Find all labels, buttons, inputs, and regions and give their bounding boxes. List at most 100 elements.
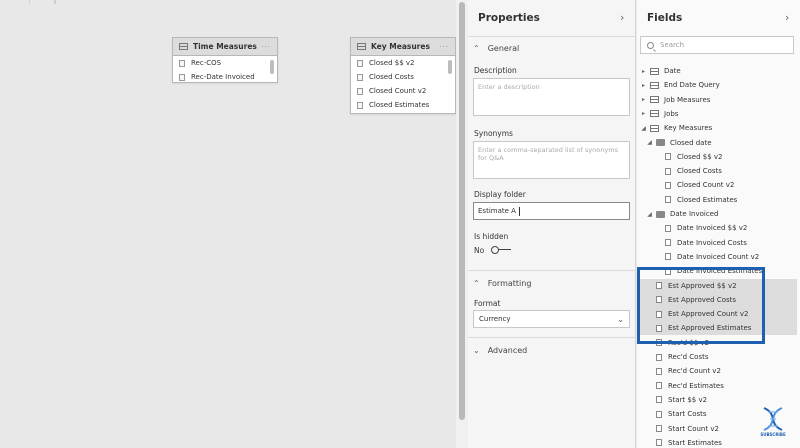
section-general[interactable]: ⌃ General [473,44,519,53]
measure-icon [665,153,671,161]
measure-icon [656,439,662,447]
field-measure-item[interactable]: Rec'd Costs [637,350,797,364]
expand-down-icon[interactable]: ◢ [646,139,653,146]
expand-right-icon[interactable]: ▸ [640,68,647,75]
expand-right-icon[interactable]: ▸ [640,82,647,89]
table-card-header[interactable]: Key Measures ··· [351,38,455,56]
expand-right-icon[interactable]: ▸ [640,96,647,103]
field-table-item[interactable]: ▸ End Date Query [637,78,797,92]
field-table-item[interactable]: ▸ Date [637,64,797,78]
chevron-up-icon: ⌃ [473,44,480,53]
expand-right-icon[interactable]: ▸ [640,110,647,117]
chevron-right-icon[interactable]: › [785,11,789,24]
field-measure-item[interactable]: Date Invoiced Count v2 [637,250,797,264]
display-folder-label: Display folder [474,190,526,199]
table-card-key-measures[interactable]: Key Measures ··· Closed $$ v2 Closed Cos… [350,37,456,114]
field-label: Closed date [670,138,712,147]
subscribe-watermark: SUBSCRIBE [756,404,790,440]
table-icon [179,43,188,50]
field-label: Job Measures [664,95,711,104]
measure-icon [357,73,363,81]
table-card-row-label: Closed $$ v2 [369,59,415,67]
field-label: Start Count v2 [668,424,719,433]
table-card-row[interactable]: Closed Estimates [351,98,455,112]
table-card-title: Time Measures [193,42,257,51]
field-label: Date Invoiced Costs [677,238,747,247]
field-folder-item[interactable]: ◢ Closed date [637,136,797,150]
measure-icon [656,396,662,404]
field-measure-item[interactable]: Date Invoiced $$ v2 [637,221,797,235]
measure-icon [656,410,662,418]
table-card-row[interactable]: Rec-COS [173,56,277,70]
display-folder-input[interactable]: Estimate A [473,202,630,220]
field-label: Date Invoiced Count v2 [677,252,760,261]
is-hidden-toggle[interactable]: No [474,245,512,255]
table-card-row-label: Rec-Date Invoiced [191,73,255,81]
table-card-row-label: Closed Costs [369,73,414,81]
more-options-icon[interactable]: ··· [439,43,449,51]
field-measure-item[interactable]: Closed $$ v2 [637,150,797,164]
fields-pane: Fields › Search ▸ Date ▸ End Date Query ▸ Job… [637,0,800,448]
field-label: Date Invoiced [670,210,719,218]
field-measure-item[interactable]: Rec'd Count v2 [637,364,797,378]
measure-icon [656,382,662,390]
chevron-up-icon: ⌃ [473,279,480,288]
section-advanced-label: Advanced [487,346,528,355]
measure-icon [179,73,185,81]
description-input[interactable]: Enter a description [473,78,630,116]
search-placeholder: Search [660,41,685,49]
field-measure-item[interactable]: Rec'd Estimates [637,379,797,393]
field-folder-item[interactable]: ◢ Date Invoiced [637,207,797,221]
table-card-scrollbar[interactable] [270,60,274,74]
measure-icon [665,167,671,175]
field-label: Start $$ v2 [668,395,708,404]
field-measure-item[interactable]: Date Invoiced Costs [637,236,797,250]
measure-icon [179,59,185,67]
toggle-switch-icon[interactable] [491,245,512,255]
format-dropdown[interactable]: Currency ⌄ [473,310,630,328]
field-table-item[interactable]: ◢ Key Measures [637,121,797,135]
table-card-row-label: Closed Estimates [369,101,430,109]
synonyms-input[interactable]: Enter a comma-separated list of synonyms… [473,141,630,179]
section-advanced[interactable]: ⌄ Advanced [473,346,527,355]
properties-title: Properties [478,12,540,24]
model-canvas[interactable]: Time Measures ··· Rec-COS Rec-Date Invoi… [0,0,456,448]
field-measure-item[interactable]: Closed Estimates [637,193,797,207]
table-card-time-measures[interactable]: Time Measures ··· Rec-COS Rec-Date Invoi… [172,37,278,83]
field-label: Start Costs [668,410,707,419]
is-hidden-label: Is hidden [474,232,509,241]
field-label: End Date Query [664,81,720,90]
canvas-vertical-scrollbar[interactable] [456,0,468,448]
field-measure-item[interactable]: Closed Costs [637,164,797,178]
more-options-icon[interactable]: ··· [261,43,271,51]
table-card-row[interactable]: Closed Costs [351,70,455,84]
expand-down-icon[interactable]: ◢ [640,125,647,132]
properties-pane: Properties › ⌃ General Description Enter… [468,0,636,448]
chevron-right-icon[interactable]: › [620,11,624,24]
scrollbar-thumb[interactable] [459,2,465,420]
table-card-header[interactable]: Time Measures ··· [173,38,277,56]
table-icon [650,96,659,104]
expand-down-icon[interactable]: ◢ [646,211,653,218]
subscribe-label: SUBSCRIBE [760,432,786,437]
divider [468,337,636,338]
chevron-down-icon: ⌄ [617,314,624,324]
text-cursor [518,206,520,216]
table-card-scrollbar[interactable] [448,60,452,74]
table-card-row[interactable]: Closed Count v2 [351,84,455,98]
chevron-down-icon: ⌄ [473,346,480,355]
description-label: Description [474,66,517,75]
table-card-row[interactable]: Closed $$ v2 [351,56,455,70]
fields-search-input[interactable]: Search [640,36,794,54]
field-label: Date Invoiced $$ v2 [677,224,748,233]
field-measure-item[interactable]: Closed Count v2 [637,178,797,192]
field-label: Rec'd Costs [668,353,709,361]
measure-icon [665,239,671,247]
field-table-item[interactable]: ▸ Jobs [637,107,797,121]
section-formatting[interactable]: ⌃ Formatting [473,279,531,288]
field-table-item[interactable]: ▸ Job Measures [637,93,797,107]
folder-icon [656,210,665,218]
table-card-row[interactable]: Rec-Date Invoiced [173,70,277,84]
field-label: Start Estimates [668,438,722,447]
table-card-row-label: Closed Count v2 [369,87,427,95]
